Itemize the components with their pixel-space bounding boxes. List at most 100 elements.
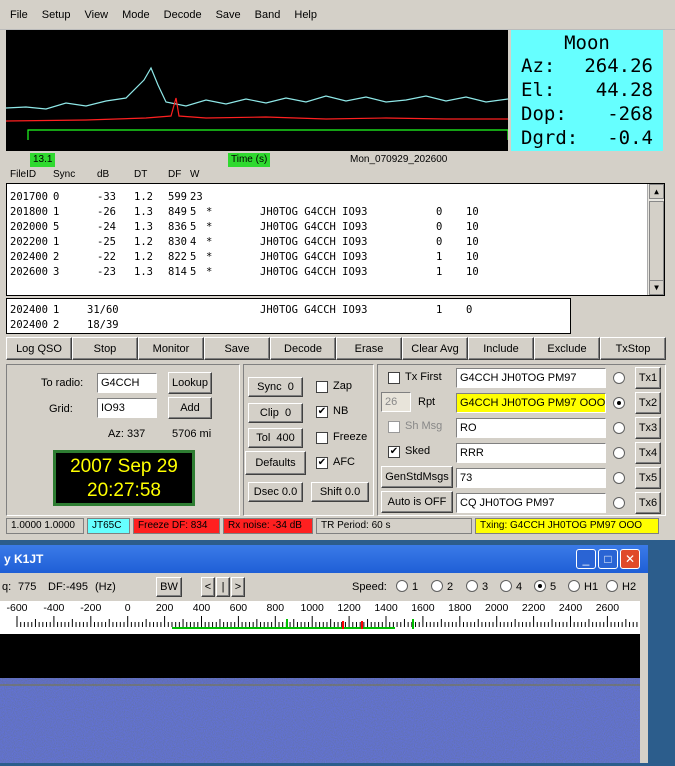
- sync-spinner[interactable]: Sync 0: [248, 377, 303, 397]
- speed-label-1: 1: [412, 581, 419, 593]
- table-row[interactable]: 201700 0 -33 1.2 599 23: [7, 189, 664, 204]
- clip-spinner[interactable]: Clip 0: [248, 403, 303, 423]
- tx-message-1[interactable]: G4CCH JH0TOG PM97: [456, 368, 606, 388]
- zap-checkbox[interactable]: [316, 381, 328, 393]
- decode-scrollbar[interactable]: ▲ ▼: [647, 184, 664, 295]
- tx-message-4[interactable]: RRR: [456, 443, 606, 463]
- dsec-spinner[interactable]: Dsec 0.0: [248, 482, 303, 502]
- menu-file[interactable]: File: [10, 9, 28, 21]
- erase-button[interactable]: Erase: [336, 337, 402, 360]
- speed-radio-3[interactable]: [466, 580, 478, 592]
- grid-input[interactable]: IO93: [97, 398, 157, 418]
- scroll-thumb[interactable]: [649, 201, 664, 281]
- table-row[interactable]: 201800 1 -26 1.3 849 5 * JH0TOG G4CCH IO93 0 10: [7, 204, 664, 219]
- tx-message-6[interactable]: CQ JH0TOG PM97: [456, 493, 606, 513]
- table-row[interactable]: 202200 1 -25 1.2 830 4 * JH0TOG G4CCH IO93 0 10: [7, 234, 664, 249]
- menu-band[interactable]: Band: [255, 9, 281, 21]
- nav-left-button[interactable]: <: [201, 577, 215, 597]
- tx-button-2[interactable]: Tx2: [635, 392, 661, 414]
- stop-button[interactable]: Stop: [72, 337, 138, 360]
- menu-setup[interactable]: Setup: [42, 9, 71, 21]
- to-radio-input[interactable]: G4CCH: [97, 373, 157, 393]
- afc-checkbox[interactable]: ✔: [316, 457, 328, 469]
- graph-left-label: 13.1: [30, 153, 56, 167]
- tx-button-3[interactable]: Tx3: [635, 417, 661, 439]
- tx-radio-3[interactable]: [613, 422, 625, 434]
- tx-button-1[interactable]: Tx1: [635, 367, 661, 389]
- tx-button-4[interactable]: Tx4: [635, 442, 661, 464]
- moon-panel: Moon Az: 264.26 El: 44.28 Dop: -268 Dgrd: -0…: [511, 30, 663, 151]
- close-icon[interactable]: ✕: [620, 549, 640, 569]
- lookup-button[interactable]: Lookup: [168, 372, 212, 394]
- moon-title: Moon: [564, 32, 610, 54]
- shift-spinner[interactable]: Shift 0.0: [311, 482, 369, 502]
- table-row[interactable]: 202400 2 18/39: [7, 317, 570, 332]
- genstdmsgs-button[interactable]: GenStdMsgs: [381, 466, 453, 488]
- speed-radio-5[interactable]: [534, 580, 546, 592]
- txstop-button[interactable]: TxStop: [600, 337, 666, 360]
- nb-checkbox[interactable]: ✔: [316, 406, 328, 418]
- clock-date: 2007 Sep 29: [70, 456, 178, 477]
- log-qso-button[interactable]: Log QSO: [6, 337, 72, 360]
- tol-spinner[interactable]: Tol 400: [248, 428, 303, 448]
- add-button[interactable]: Add: [168, 397, 212, 419]
- menu-save[interactable]: Save: [216, 9, 241, 21]
- freeze-checkbox[interactable]: [316, 432, 328, 444]
- maximize-icon[interactable]: □: [598, 549, 618, 569]
- speed-label-4: 4: [516, 581, 523, 593]
- menu-help[interactable]: Help: [294, 9, 317, 21]
- speed-radio-H2[interactable]: [606, 580, 618, 592]
- defaults-button[interactable]: Defaults: [245, 451, 306, 475]
- average-list[interactable]: 202400 1 31/60 JH0TOG G4CCH IO93 1 0 202400 2 18…: [6, 298, 571, 334]
- tx-radio-4[interactable]: [613, 447, 625, 459]
- table-row[interactable]: 202000 5 -24 1.3 836 5 * JH0TOG G4CCH IO93 0 10: [7, 219, 664, 234]
- tx-button-6[interactable]: Tx6: [635, 492, 661, 514]
- scroll-up-icon[interactable]: ▲: [649, 184, 664, 199]
- spectrum-right-edge: [640, 601, 648, 763]
- menu-decode[interactable]: Decode: [164, 9, 202, 21]
- tx-button-5[interactable]: Tx5: [635, 467, 661, 489]
- minimize-icon[interactable]: _: [576, 549, 596, 569]
- freq-value: 775: [18, 581, 37, 593]
- bw-button[interactable]: BW: [156, 577, 182, 597]
- tx-message-2[interactable]: G4CCH JH0TOG PM97 OOO: [456, 393, 606, 413]
- auto-button[interactable]: Auto is OFF: [381, 491, 453, 513]
- speed-radio-H1[interactable]: [568, 580, 580, 592]
- exclude-button[interactable]: Exclude: [534, 337, 600, 360]
- table-row[interactable]: 202400 2 -22 1.2 822 5 * JH0TOG G4CCH IO93 1 10: [7, 249, 664, 264]
- include-button[interactable]: Include: [468, 337, 534, 360]
- rpt-input[interactable]: 26: [381, 392, 411, 412]
- tx-radio-5[interactable]: [613, 472, 625, 484]
- tx-message-3[interactable]: RO: [456, 418, 606, 438]
- tx-message-5[interactable]: 73: [456, 468, 606, 488]
- tx-radio-2[interactable]: [613, 397, 625, 409]
- nav-center-button[interactable]: |: [216, 577, 230, 597]
- scroll-down-icon[interactable]: ▼: [649, 280, 664, 295]
- clear-avg-button[interactable]: Clear Avg: [402, 337, 468, 360]
- monitor-button[interactable]: Monitor: [138, 337, 204, 360]
- save-button[interactable]: Save: [204, 337, 270, 360]
- frequency-scale[interactable]: -600 -400 -200 0 200 400 600 800 1000 1200 1400 160…: [0, 601, 647, 634]
- moon-dgrd-row: Dgrd: -0.4: [521, 127, 653, 149]
- table-row[interactable]: 202600 3 -23 1.3 814 5 * JH0TOG G4CCH IO93 1 10: [7, 264, 664, 279]
- menu-mode[interactable]: Mode: [122, 9, 150, 21]
- speed-radio-1[interactable]: [396, 580, 408, 592]
- tx-radio-1[interactable]: [613, 372, 625, 384]
- decode-button[interactable]: Decode: [270, 337, 336, 360]
- distance-text: 5706 mi: [172, 428, 212, 440]
- graph-file-label: Mon_070929_202600: [350, 154, 448, 165]
- decode-list[interactable]: 201700 0 -33 1.2 599 23 201800 1 -26 1.3 849 5 * JH0T…: [6, 183, 665, 296]
- table-row[interactable]: 202400 1 31/60 JH0TOG G4CCH IO93 1 0: [7, 302, 570, 317]
- nav-right-button[interactable]: >: [231, 577, 245, 597]
- tx-first-checkbox[interactable]: [388, 372, 400, 384]
- speed-radio-4[interactable]: [500, 580, 512, 592]
- moon-az-row: Az: 264.26: [521, 55, 653, 77]
- zap-label: Zap: [333, 380, 352, 392]
- spectrum-title-bar[interactable]: y K1JT: [0, 545, 648, 573]
- speed-radio-2[interactable]: [431, 580, 443, 592]
- sh-msg-checkbox[interactable]: [388, 421, 400, 433]
- menu-view[interactable]: View: [84, 9, 108, 21]
- tx-radio-6[interactable]: [613, 497, 625, 509]
- waterfall[interactable]: [0, 634, 640, 763]
- sked-checkbox[interactable]: ✔: [388, 446, 400, 458]
